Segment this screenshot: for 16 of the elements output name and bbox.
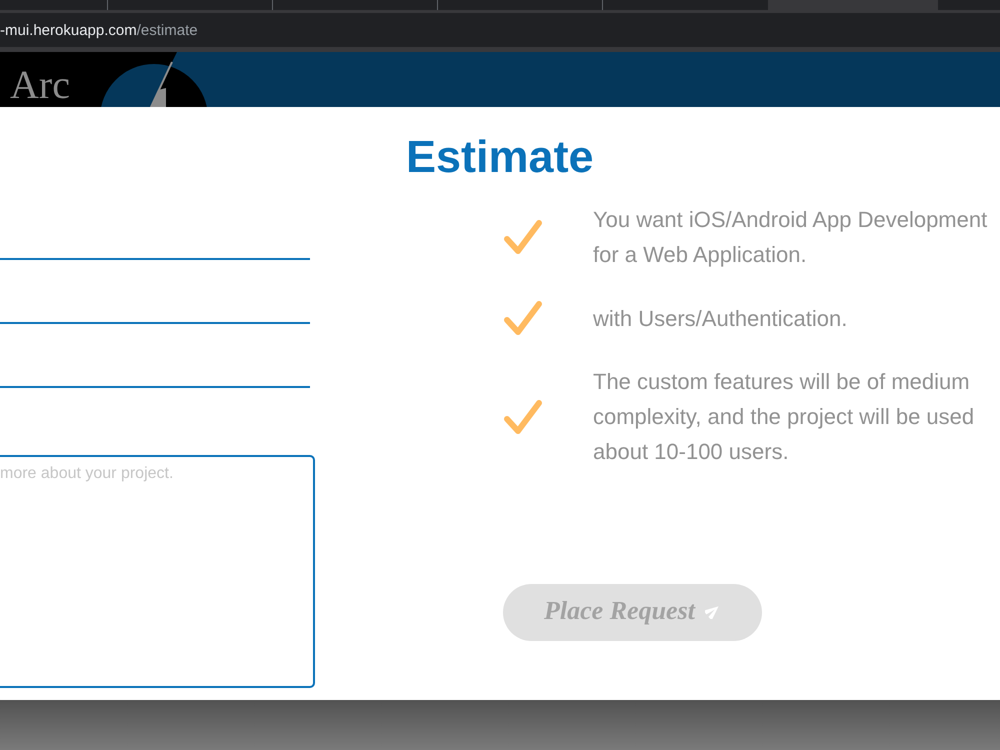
browser-tab[interactable] — [603, 0, 768, 10]
browser-tab[interactable] — [768, 0, 938, 10]
check-icon — [503, 299, 543, 337]
dialog-title: Estimate — [406, 130, 594, 184]
summary-text: The custom features will be of medium complexity, and the project will be used about 10-100 users. — [593, 368, 974, 466]
browser-tab[interactable] — [108, 0, 273, 10]
address-field[interactable]: -mui.herokuapp.com/estimate — [0, 13, 1000, 47]
check-icon — [503, 398, 543, 436]
browser-tab[interactable] — [273, 0, 438, 10]
summary-text: You want iOS/Android App Development for a Web Application. — [593, 206, 988, 269]
browser-tab[interactable] — [938, 0, 1000, 10]
logo-text: Arc — [10, 65, 70, 105]
browser-tab[interactable] — [438, 0, 603, 10]
check-icon — [503, 218, 543, 256]
summary-text: with Users/Authentication. — [593, 304, 848, 332]
message-field[interactable]: more about your project. — [0, 455, 315, 688]
